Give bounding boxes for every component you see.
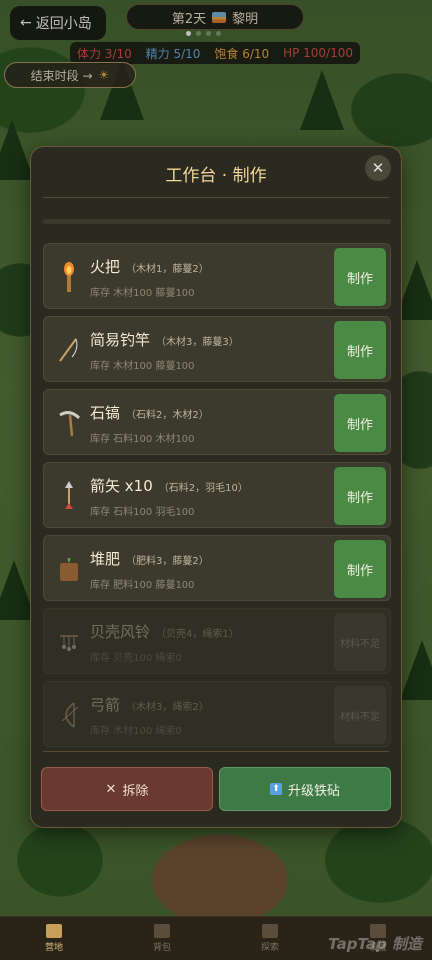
craft-item: 火把 （木材1，藤蔓2） 库存 木材100 藤蔓100 制作 xyxy=(43,243,391,309)
item-recipe: （木材1，藤蔓2） xyxy=(126,264,209,275)
torch-icon xyxy=(58,262,80,292)
craft-button[interactable]: 制作 xyxy=(334,467,386,525)
modal-title: 工作台 · 制作 xyxy=(165,166,267,186)
item-stock: 库存 木材100 绳索0 xyxy=(90,726,182,737)
upgrade-label: 升级铁砧 xyxy=(287,783,340,799)
item-name: 火把 （木材1，藤蔓2） xyxy=(90,256,209,277)
camp-icon xyxy=(46,924,62,938)
taptap-watermark: TapTap 制造 xyxy=(328,935,422,953)
item-recipe: （木材3，绳索2） xyxy=(126,702,209,713)
upgrade-arrow-icon: ⬆ xyxy=(269,783,282,795)
item-stock: 库存 肥料100 藤蔓100 xyxy=(90,580,195,591)
backpack-icon xyxy=(154,924,170,938)
fishing-rod-icon xyxy=(58,335,80,365)
compost-icon xyxy=(58,554,80,584)
close-icon: ✕ xyxy=(371,159,385,177)
modal-actions: ✕ 拆除 ⬆ 升级铁砧 xyxy=(41,767,391,813)
item-stock: 库存 石料100 羽毛100 xyxy=(90,507,195,518)
item-stock: 库存 贝壳100 绳索0 xyxy=(90,653,182,664)
item-name: 堆肥 （肥料3，藤蔓2） xyxy=(90,548,209,569)
dismantle-button[interactable]: ✕ 拆除 xyxy=(41,767,213,811)
item-name: 箭矢 x10 （石料2，羽毛10） xyxy=(90,475,248,496)
item-title: 堆肥 xyxy=(90,550,121,568)
nav-label: 背包 xyxy=(152,943,171,953)
item-name: 贝壳风铃 （贝壳4，绳索1） xyxy=(90,621,239,642)
craft-button-disabled[interactable]: 材料不足 xyxy=(334,686,386,744)
craft-item: 堆肥 （肥料3，藤蔓2） 库存 肥料100 藤蔓100 制作 xyxy=(43,535,391,601)
craft-button[interactable]: 制作 xyxy=(334,248,386,306)
item-recipe: （石料2，羽毛10） xyxy=(158,483,248,494)
craft-button[interactable]: 制作 xyxy=(334,394,386,452)
item-title: 箭矢 x10 xyxy=(90,477,153,495)
nav-label: 营地 xyxy=(44,943,63,953)
item-recipe: （木材3，藤蔓3） xyxy=(156,337,239,348)
item-name: 弓箭 （木材3，绳索2） xyxy=(90,694,209,715)
item-name: 简易钓竿 （木材3，藤蔓3） xyxy=(90,329,239,350)
craft-button-disabled[interactable]: 材料不足 xyxy=(334,613,386,671)
item-title: 弓箭 xyxy=(90,696,121,714)
item-stock: 库存 石料100 木材100 xyxy=(90,434,195,445)
craft-item: 箭矢 x10 （石料2，羽毛10） 库存 石料100 羽毛100 制作 xyxy=(43,462,391,528)
craft-item: 简易钓竿 （木材3，藤蔓3） 库存 木材100 藤蔓100 制作 xyxy=(43,316,391,382)
item-stock: 库存 木材100 藤蔓100 xyxy=(90,361,195,372)
dismantle-label: 拆除 xyxy=(122,783,149,799)
pickaxe-icon xyxy=(58,408,80,438)
nav-item-backpack[interactable]: 背包 xyxy=(108,917,216,960)
upgrade-anvil-button[interactable]: ⬆ 升级铁砧 xyxy=(219,767,391,811)
craft-button[interactable]: 制作 xyxy=(334,540,386,598)
nav-label: 探索 xyxy=(260,943,279,953)
item-title: 简易钓竿 xyxy=(90,331,151,349)
explore-icon xyxy=(262,924,278,938)
close-icon: ✕ xyxy=(105,781,117,797)
wind-chime-icon xyxy=(58,627,80,657)
item-title: 火把 xyxy=(90,258,121,276)
craft-item: 石镐 （石料2，木材2） 库存 石料100 木材100 制作 xyxy=(43,389,391,455)
craft-item: 弓箭 （木材3，绳索2） 库存 木材100 绳索0 材料不足 xyxy=(43,681,391,747)
craft-item: 贝壳风铃 （贝壳4，绳索1） 库存 贝壳100 绳索0 材料不足 xyxy=(43,608,391,674)
nav-item-explore[interactable]: 探索 xyxy=(216,917,324,960)
item-title: 贝壳风铃 xyxy=(90,623,151,641)
craft-button[interactable]: 制作 xyxy=(334,321,386,379)
nav-item-camp[interactable]: 营地 xyxy=(0,917,108,960)
item-name: 石镐 （石料2，木材2） xyxy=(90,402,209,423)
item-recipe: （贝壳4，绳索1） xyxy=(156,629,239,640)
item-recipe: （石料2，木材2） xyxy=(126,410,209,421)
divider xyxy=(43,751,389,752)
item-recipe: （肥料3，藤蔓2） xyxy=(126,556,209,567)
craft-list[interactable]: 火把 （木材1，藤蔓2） 库存 木材100 藤蔓100 制作 简易钓竿 （木材3，藤… xyxy=(43,209,391,749)
close-button[interactable]: ✕ xyxy=(365,155,391,181)
divider xyxy=(43,197,389,198)
item-title: 石镐 xyxy=(90,404,121,422)
arrow-icon xyxy=(58,481,80,511)
workbench-modal: 工作台 · 制作 ✕ 火把 （木材1，藤蔓2） 库存 木材100 藤蔓100 制作… xyxy=(30,146,402,828)
list-edge xyxy=(43,219,391,224)
item-stock: 库存 木材100 藤蔓100 xyxy=(90,288,195,299)
bow-icon xyxy=(58,700,80,730)
